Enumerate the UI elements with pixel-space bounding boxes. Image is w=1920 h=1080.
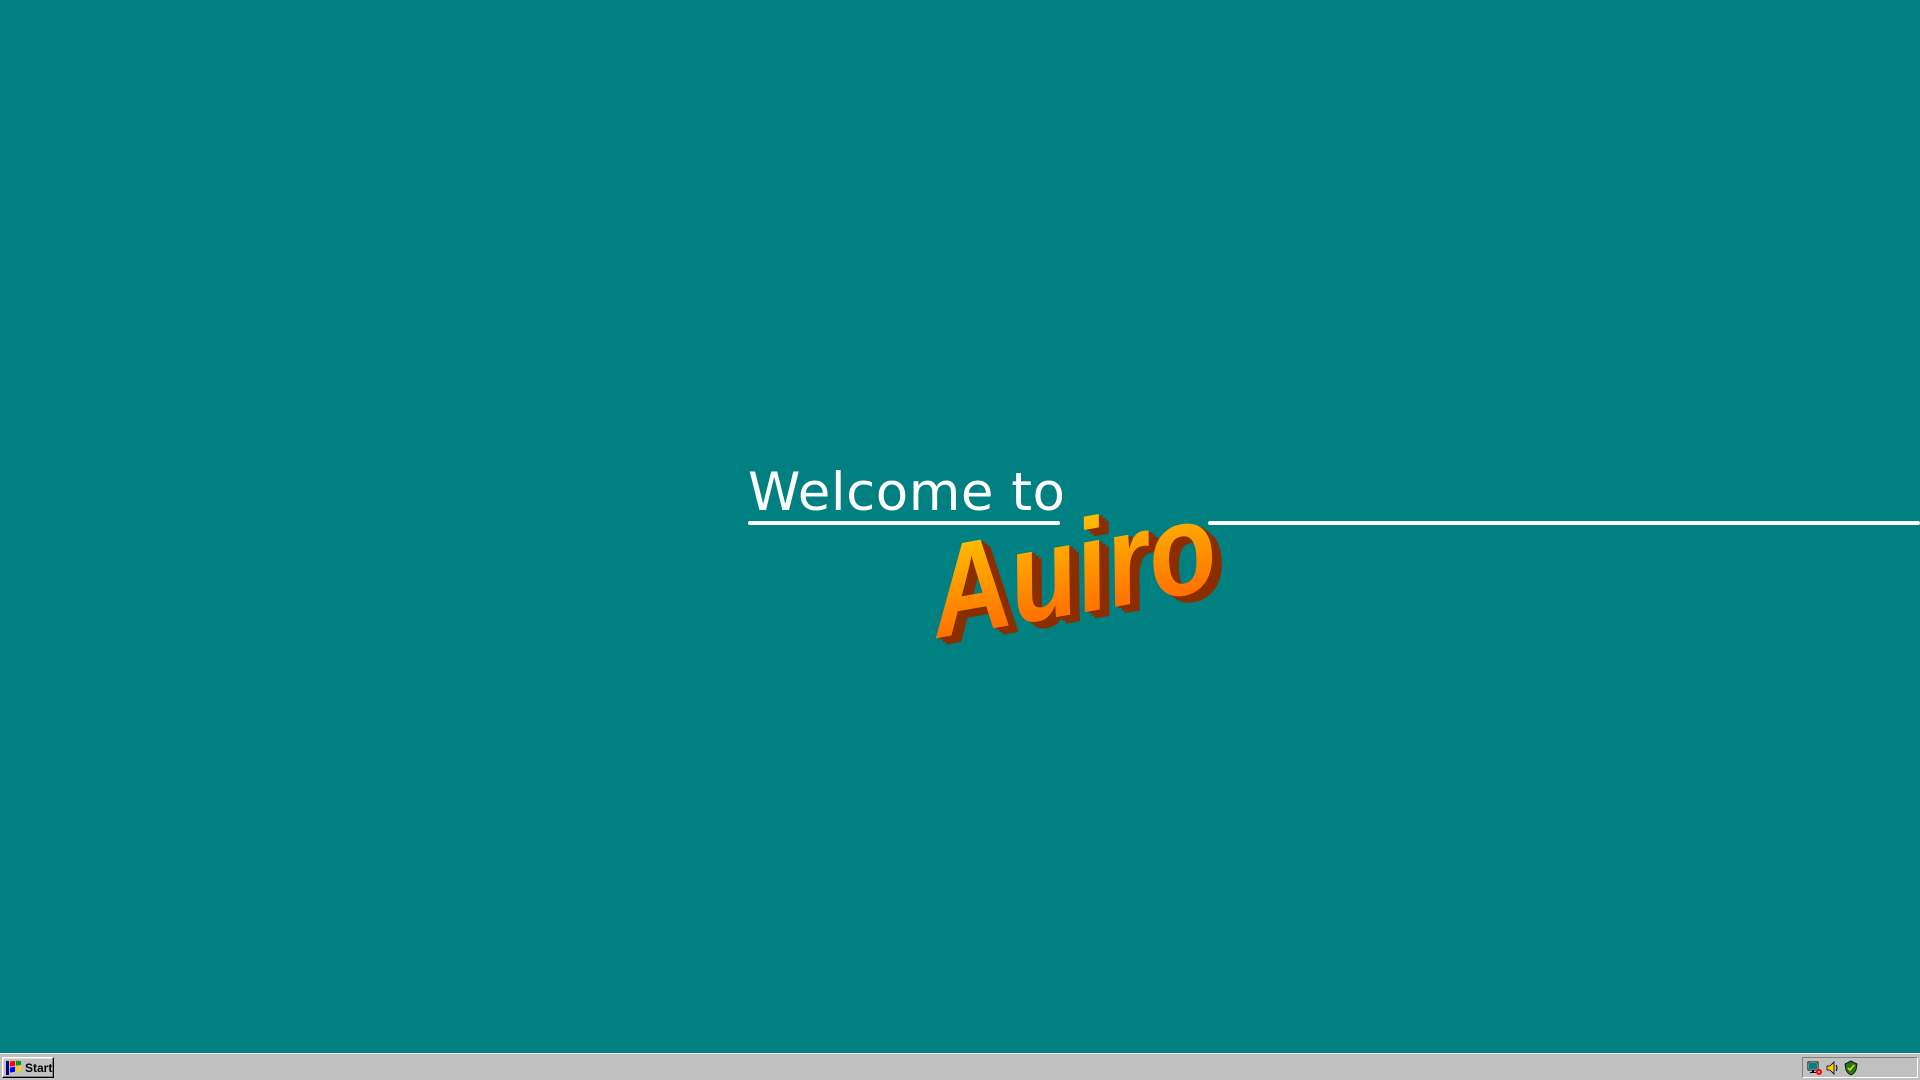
welcome-underline-right	[1208, 521, 1920, 525]
start-label: Start	[25, 1060, 53, 1075]
network-icon[interactable]	[1807, 1060, 1823, 1076]
windows-logo-icon	[6, 1059, 22, 1075]
desktop: Welcome to Auiro Auiro Auiro Auiro	[0, 0, 1920, 1053]
volume-icon[interactable]	[1825, 1060, 1841, 1076]
antivirus-icon[interactable]	[1843, 1060, 1859, 1076]
welcome-banner: Welcome to Auiro Auiro Auiro Auiro	[748, 466, 1920, 686]
brand-logo: Auiro Auiro Auiro Auiro	[915, 472, 1248, 678]
taskbar: Start	[0, 1053, 1920, 1080]
brand-logo-text: Auiro	[915, 472, 1227, 666]
start-button[interactable]: Start	[2, 1057, 54, 1078]
system-tray	[1802, 1057, 1918, 1078]
